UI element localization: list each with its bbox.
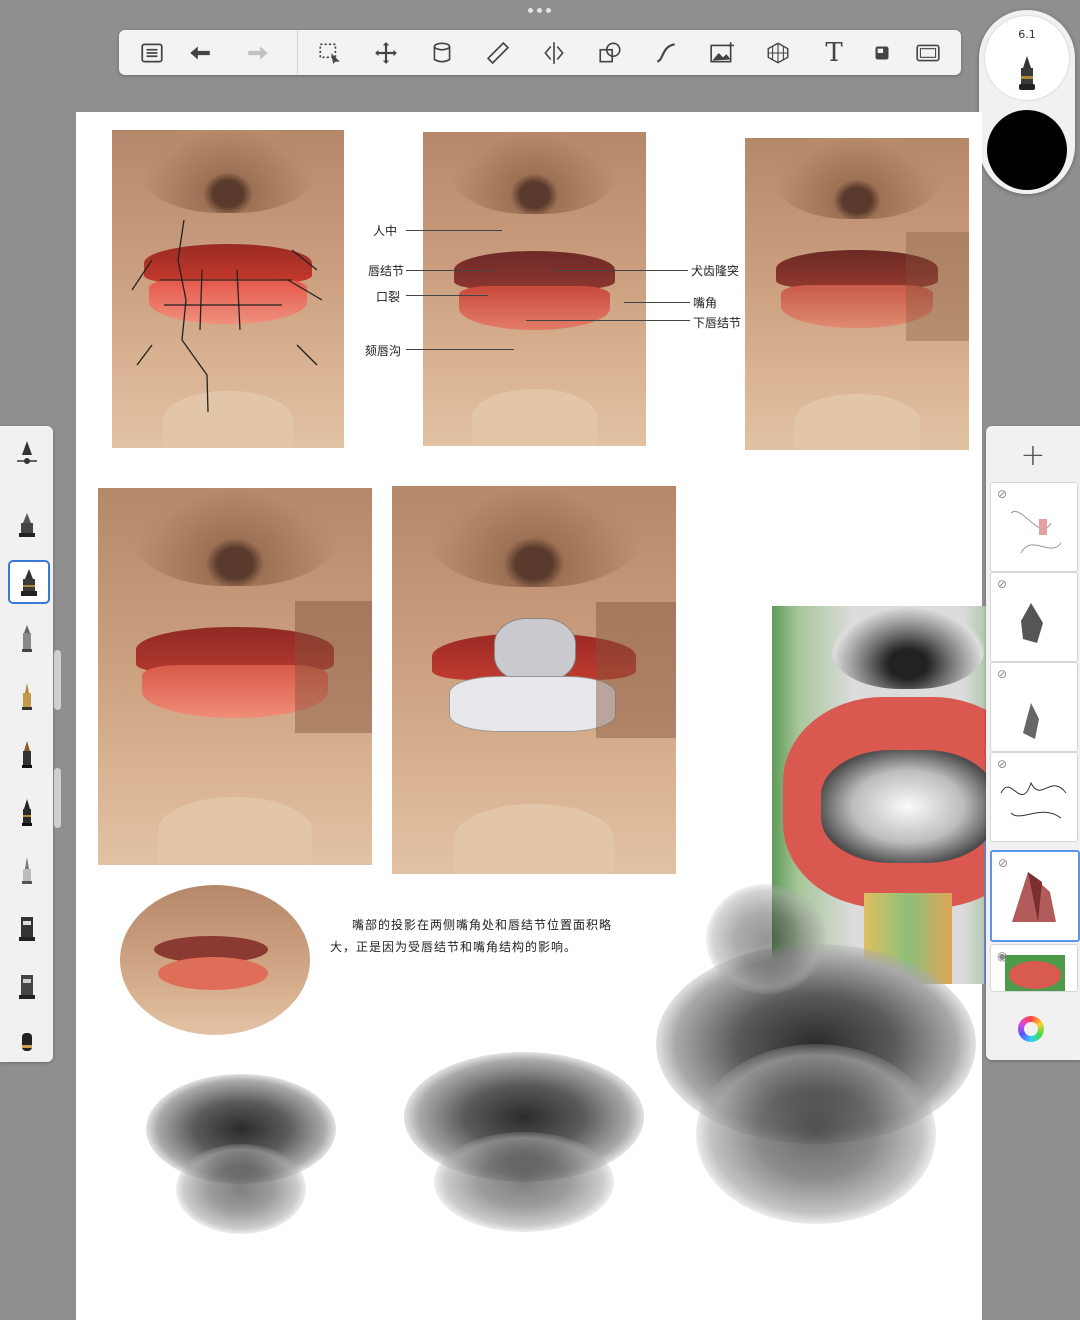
caption-line-2: 大，正是因为受唇结节和嘴角结构的影响。 (330, 940, 578, 954)
pencil-sketch-medium (394, 1032, 654, 1242)
pencil-sketch-large (636, 884, 981, 1234)
label-canine-eminence: 犬齿隆突 (691, 264, 740, 278)
ruler-icon[interactable] (483, 38, 513, 68)
layer-hidden-icon[interactable]: ⊘ (998, 856, 1008, 870)
lips-photo-structure (98, 488, 372, 865)
layer-thumbnail[interactable]: ⊘ (990, 482, 1078, 572)
layer-hidden-icon[interactable]: ⊘ (997, 577, 1007, 591)
layer-thumbnail-selected[interactable]: ⊘ (990, 850, 1080, 942)
layer-thumbnail[interactable]: ⊘ (990, 572, 1078, 662)
airbrush-icon[interactable] (8, 908, 46, 948)
transform-icon[interactable] (371, 38, 401, 68)
symmetry-icon[interactable] (539, 38, 569, 68)
text-icon[interactable]: T (819, 38, 849, 68)
flipbook-icon[interactable] (867, 38, 897, 68)
bucket-brush-icon[interactable] (8, 966, 46, 1006)
leader-line (406, 270, 494, 271)
shapes-icon[interactable] (595, 38, 625, 68)
add-layer-button[interactable]: + (986, 432, 1080, 478)
fountain-pen-icon[interactable] (8, 734, 46, 774)
layer-thumbnail[interactable]: ⊘ (990, 752, 1078, 842)
lips-closeup-oval (120, 885, 310, 1035)
label-lip-tubercle: 唇结节 (368, 264, 405, 278)
top-toolbar: T (119, 30, 961, 75)
label-mentolabial-sulcus: 颏唇沟 (365, 344, 402, 358)
leader-line (624, 302, 690, 303)
fill-pen-icon[interactable] (8, 434, 46, 474)
marker-icon[interactable] (8, 618, 46, 658)
perspective-icon[interactable] (763, 38, 793, 68)
stroke-icon[interactable] (651, 38, 681, 68)
paint-brush-icon[interactable] (8, 792, 46, 832)
label-oral-fissure: 口裂 (376, 290, 401, 304)
lips-photo-guides (112, 130, 344, 448)
window-grip[interactable] (528, 8, 551, 13)
color-wheel-icon[interactable] (1018, 1016, 1044, 1042)
label-lower-lip-tubercle: 下唇结节 (693, 316, 742, 330)
drawing-canvas[interactable]: 人中 唇结节 口裂 颏唇沟 犬齿隆突 嘴角 下唇结节 嘴部的投影在两侧嘴角处和唇… (76, 112, 1044, 1320)
label-philtrum: 人中 (373, 224, 398, 238)
active-brush-icon (1019, 56, 1035, 90)
current-color-swatch[interactable] (987, 110, 1067, 190)
menu-icon[interactable] (137, 38, 167, 68)
eraser-icon[interactable] (8, 1022, 46, 1062)
brush-library-panel (0, 426, 53, 1062)
lips-photo-planes (745, 138, 969, 450)
leader-line (552, 270, 688, 271)
leader-line (406, 295, 488, 296)
ink-brush-icon[interactable] (8, 850, 46, 890)
undo-icon[interactable] (185, 38, 215, 68)
image-import-icon[interactable] (707, 38, 737, 68)
layer-hidden-icon[interactable]: ⊘ (997, 487, 1007, 501)
brush-color-puck: 6.1 (979, 10, 1075, 194)
layer-hidden-icon[interactable]: ⊘ (997, 757, 1007, 771)
toolbar-divider (297, 30, 298, 75)
technical-pen-icon[interactable] (8, 560, 50, 604)
brush-size-control[interactable]: 6.1 (985, 16, 1069, 100)
caption-text: 嘴部的投影在两侧嘴角处和唇结节位置面积略 大，正是因为受唇结节和嘴角结构的影响。 (330, 914, 630, 958)
pencil-sketch-small (136, 1054, 346, 1239)
layer-visible-icon[interactable]: ◉ (997, 949, 1007, 963)
label-mouth-corner: 嘴角 (693, 296, 718, 310)
felt-pen-icon[interactable] (8, 676, 46, 716)
leader-line (406, 230, 502, 231)
pencil-icon[interactable] (8, 504, 46, 544)
brush-size-slider[interactable] (54, 768, 61, 828)
layer-thumbnail[interactable]: ◉ (990, 944, 1078, 992)
leader-line (406, 349, 514, 350)
layer-thumbnail[interactable]: ⊘ (990, 662, 1078, 752)
brush-opacity-slider[interactable] (54, 650, 61, 710)
redo-icon[interactable] (243, 38, 273, 68)
layers-panel: + ⊘ ⊘ ⊘ ⊘ ⊘ ◉ (986, 426, 1080, 1060)
leader-line (526, 320, 690, 321)
lips-photo-labeled (423, 132, 646, 446)
selection-icon[interactable] (315, 38, 345, 68)
fill-icon[interactable] (427, 38, 457, 68)
brush-size-value: 6.1 (1018, 28, 1036, 41)
layer-hidden-icon[interactable]: ⊘ (997, 667, 1007, 681)
fullscreen-icon[interactable] (913, 38, 943, 68)
lips-photo-volumes (392, 486, 676, 874)
caption-line-1: 嘴部的投影在两侧嘴角处和唇结节位置面积略 (352, 918, 613, 932)
